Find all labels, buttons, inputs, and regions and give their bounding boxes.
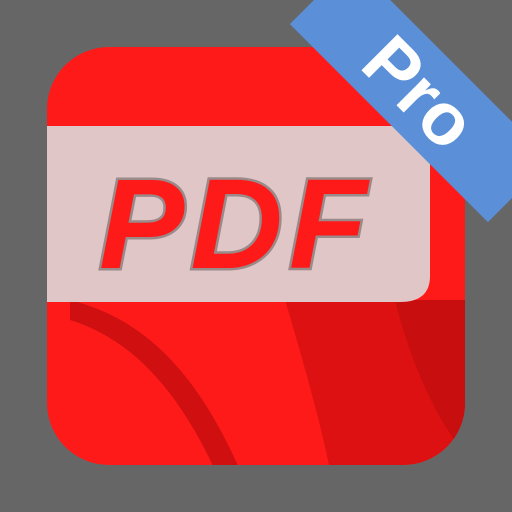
- app-icon-canvas: PDF Pro: [0, 0, 512, 512]
- pdf-app-icon: PDF Pro: [47, 0, 512, 465]
- pdf-label: PDF: [99, 153, 373, 296]
